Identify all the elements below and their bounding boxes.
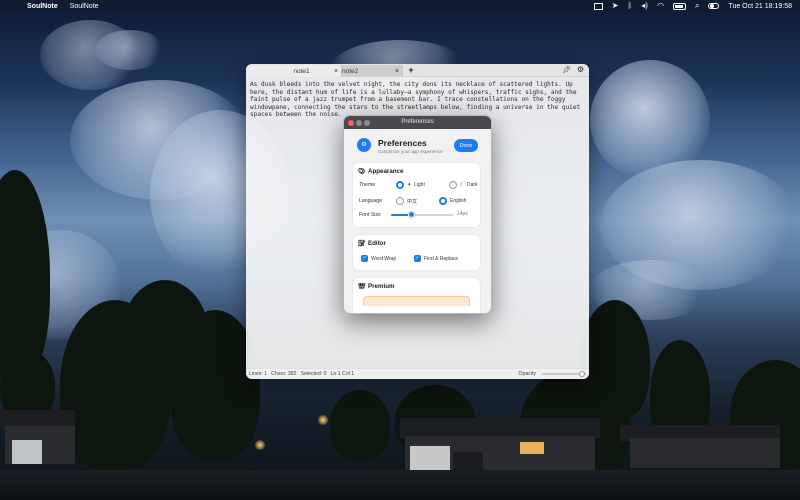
menu-bar: SoulNote SoulNote ➤ ᛒ ◂) ◠ ⌕ Tue Oct 21 … (0, 0, 800, 12)
find-replace-checkbox[interactable]: ✓ (414, 255, 421, 262)
premium-title-label: Premium (368, 283, 395, 290)
theme-light-label[interactable]: Light (414, 182, 425, 188)
status-chars: Chars: 382 (271, 371, 297, 377)
toggle-icon[interactable] (708, 3, 720, 9)
note-icon: 📝︎ (358, 240, 366, 247)
opacity-control: Opacity (518, 371, 586, 377)
status-selected: Selected: 0 (300, 371, 327, 377)
preferences-header: ⚙ Preferences Customize your app experie… (344, 129, 491, 161)
premium-card: 👑︎ Premium (353, 278, 480, 313)
search-icon[interactable]: ⌕ (695, 2, 699, 10)
opacity-label: Opacity (518, 371, 536, 377)
word-wrap-label[interactable]: Word Wrap (371, 256, 396, 262)
preferences-dialog: Preferences ⚙ Preferences Customize your… (343, 115, 492, 314)
font-size-slider[interactable] (391, 211, 453, 218)
tab-bar: note1 × note2 × + 📌︎ ⚙ (246, 64, 589, 77)
preferences-subtitle: Customize your app experience (378, 149, 443, 154)
battery-icon[interactable] (593, 2, 603, 10)
language-english-radio[interactable] (439, 197, 447, 205)
status-bar: Lines: 1 Chars: 382 Selected: 0 Ln 1 Col… (246, 368, 589, 379)
gear-icon[interactable]: ⚙ (577, 65, 584, 74)
tab-label: note2 (342, 67, 359, 75)
add-tab-button[interactable]: + (406, 65, 416, 76)
theme-dark-label[interactable]: Dark (467, 182, 478, 188)
palette-icon: 🎨︎ (358, 168, 366, 175)
language-chinese-label[interactable]: 中文 (407, 198, 417, 205)
theme-label: Theme (359, 182, 376, 188)
theme-dark-radio[interactable] (449, 181, 457, 189)
preferences-titlebar: Preferences (344, 116, 491, 129)
wifi-icon[interactable]: ◠ (657, 2, 664, 10)
volume-icon[interactable]: ◂) (641, 2, 648, 10)
appearance-title: 🎨︎ Appearance (358, 168, 403, 175)
preferences-heading: Preferences (378, 138, 427, 148)
close-icon[interactable]: × (331, 68, 341, 75)
status-position: Ln 1 Col 1 (330, 371, 355, 377)
font-size-value: 14px (457, 211, 468, 217)
tab-note2[interactable]: note2 × (341, 65, 403, 77)
language-chinese-radio[interactable] (396, 197, 404, 205)
menubar-clock[interactable]: Tue Oct 21 18:19:58 (728, 3, 792, 10)
preferences-window-title: Preferences (401, 119, 434, 125)
tab-note1[interactable]: note1 × (246, 65, 341, 77)
opacity-slider-thumb[interactable] (578, 371, 585, 377)
status-lines: Lines: 1 (249, 371, 268, 377)
close-icon[interactable]: × (392, 68, 402, 75)
editor-settings-card: 📝︎ Editor ✓ Word Wrap ✓ Find & Replace (353, 235, 480, 270)
word-wrap-checkbox[interactable]: ✓ (361, 255, 368, 262)
find-replace-label[interactable]: Find & Replace (424, 256, 458, 262)
appearance-title-label: Appearance (368, 168, 404, 175)
editor-text-area[interactable]: As dusk bleeds into the velvet night, th… (250, 81, 586, 119)
menubar-menu-soulnote[interactable]: SoulNote (70, 3, 99, 10)
language-english-label[interactable]: English (450, 198, 466, 204)
moon-icon: ☾ (460, 182, 465, 188)
editor-title: 📝︎ Editor (358, 240, 386, 247)
appearance-card: 🎨︎ Appearance Theme ☀ Light ☾ Dark Langu… (353, 163, 480, 227)
premium-banner[interactable] (363, 296, 470, 306)
crown-icon: 👑︎ (358, 283, 366, 290)
opacity-slider[interactable] (542, 371, 586, 377)
theme-light-radio[interactable] (396, 181, 404, 189)
location-icon[interactable]: ➤ (612, 2, 619, 10)
done-button[interactable]: Done (454, 139, 478, 152)
control-center-icon[interactable] (672, 2, 686, 10)
tab-label: note1 (293, 67, 310, 75)
menubar-app-name[interactable]: SoulNote (27, 3, 58, 10)
font-size-slider-thumb[interactable] (408, 211, 416, 218)
bluetooth-icon[interactable]: ᛒ (627, 2, 632, 10)
pin-icon[interactable]: 📌︎ (562, 66, 571, 74)
sun-icon: ☀ (407, 182, 412, 188)
editor-title-label: Editor (368, 240, 386, 247)
font-size-label: Font Size (359, 212, 381, 218)
premium-title: 👑︎ Premium (358, 283, 394, 290)
gear-icon: ⚙ (357, 138, 371, 152)
language-label: Language (359, 198, 383, 204)
